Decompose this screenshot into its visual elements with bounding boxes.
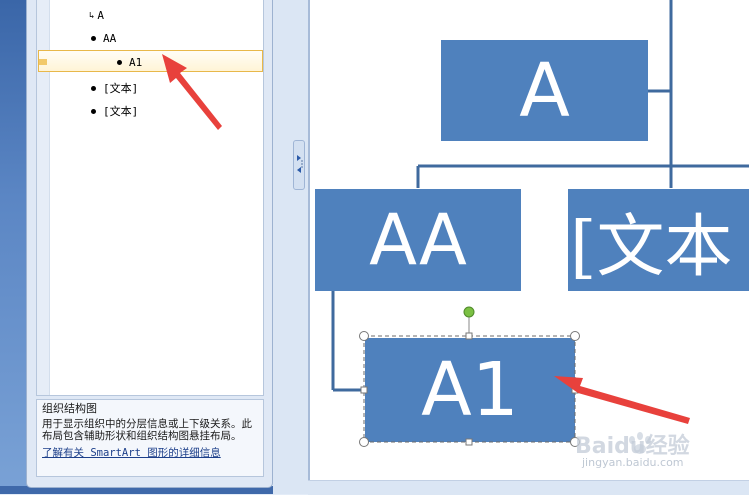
watermark	[629, 432, 651, 454]
watermark-url: jingyan.baidu.com	[582, 456, 684, 469]
